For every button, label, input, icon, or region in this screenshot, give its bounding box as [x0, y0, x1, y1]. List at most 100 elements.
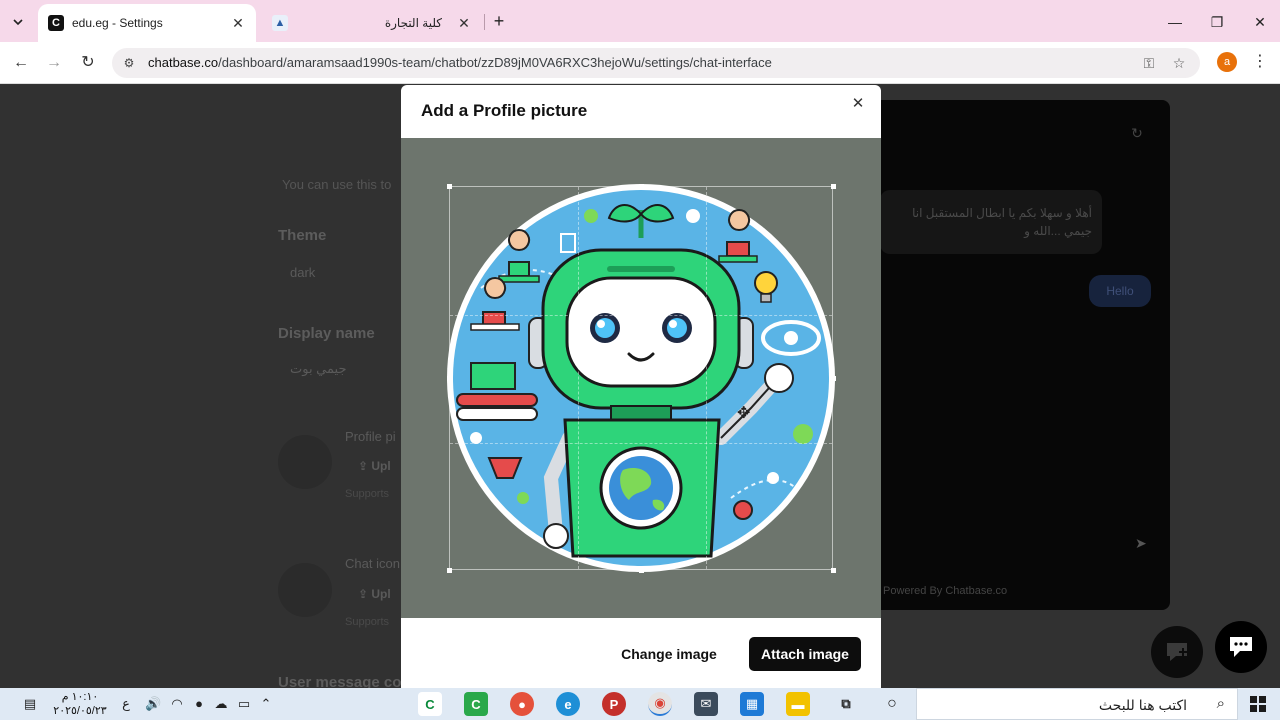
display-name-input[interactable]: جيمي بوت [290, 361, 347, 377]
edge-app-icon[interactable]: e [556, 692, 580, 716]
system-clock[interactable]: ١٠:١٠ م ٢٠٢٥/٠٥/٢٣ [50, 690, 110, 718]
tab-title: كلية التجارة [384, 16, 442, 30]
crop-handle-e[interactable] [831, 376, 836, 381]
store-app-icon[interactable]: ▦ [740, 692, 764, 716]
onedrive-icon[interactable]: ☁ [213, 696, 229, 712]
new-tab-button[interactable]: + [488, 10, 510, 32]
move-cursor-icon: ✥ [737, 405, 751, 422]
crop-guide-line [706, 187, 707, 569]
site-settings-icon[interactable]: ⚙ [120, 54, 138, 72]
chrome-app-icon[interactable]: ◉ [648, 692, 672, 716]
cortana-icon[interactable]: ○ [880, 692, 904, 716]
reload-button[interactable]: ↻ [75, 50, 101, 76]
chat-icon-supports-text: Supports [345, 616, 390, 628]
input-language-indicator[interactable]: ع [118, 696, 134, 712]
forward-button[interactable]: → [41, 50, 67, 76]
intro-text: You can use this to [282, 177, 392, 192]
close-icon[interactable]: ✕ [230, 15, 246, 32]
profile-picture-preview [278, 435, 332, 489]
search-icon: ⌕ [1216, 695, 1225, 712]
chat-preview-panel [870, 100, 1170, 610]
tab-search-button[interactable] [6, 10, 30, 34]
bot-message-bubble: أهلا و سهلا بكم يا ابطال المستقبل انا جي… [880, 190, 1102, 254]
crop-handle-ne[interactable] [831, 184, 836, 189]
chat-launcher-button[interactable] [1215, 621, 1267, 673]
user-message-bubble: Hello [1089, 275, 1151, 307]
tab-faculty[interactable]: ▲ كلية التجارة ✕ [262, 4, 482, 42]
restore-button[interactable]: ❐ [1203, 8, 1231, 36]
crop-handle-s[interactable] [639, 568, 644, 573]
search-placeholder: اكتب هنا للبحث [1098, 697, 1187, 713]
powered-by-text: Powered By Chatbase.co [883, 585, 1008, 597]
chat-bubble-icon [1230, 637, 1252, 657]
chat-icon-label: Chat icon [345, 556, 400, 571]
browser-menu-icon[interactable]: ⋮ [1252, 51, 1268, 73]
browser-tab-bar: C edu.eg - Settings ✕ ▲ كلية التجارة ✕ +… [0, 0, 1280, 42]
taskbar-search-box[interactable]: اكتب هنا للبحث ⌕ [916, 688, 1238, 720]
close-window-button[interactable]: ✕ [1246, 8, 1274, 36]
microphone-icon[interactable]: ● [191, 696, 207, 712]
university-favicon-icon: ▲ [272, 15, 288, 31]
battery-icon[interactable]: ▭ [236, 696, 252, 712]
bookmark-star-icon[interactable]: ☆ [1170, 54, 1188, 72]
file-explorer-app-icon[interactable]: ▬ [786, 692, 810, 716]
browser-toolbar: ← → ↻ ⚙ chatbase.co/dashboard/amaramsaad… [0, 42, 1280, 84]
chat-bubble-button-preview[interactable] [1151, 626, 1203, 678]
tab-title: edu.eg - Settings [72, 16, 163, 30]
url-text: chatbase.co/dashboard/amaramsaad1990s-te… [148, 55, 772, 70]
change-image-button[interactable]: Change image [613, 637, 725, 671]
refresh-icon[interactable]: ↻ [1128, 125, 1146, 143]
back-button[interactable]: ← [8, 50, 34, 76]
chatbase-favicon-icon: C [48, 15, 64, 31]
chat-bubble-icon [1167, 643, 1187, 661]
chat-icon-preview [278, 563, 332, 617]
crop-handle-sw[interactable] [447, 568, 452, 573]
display-name-label: Display name [278, 325, 375, 342]
close-icon[interactable]: ✕ [849, 95, 867, 113]
tab-divider [484, 14, 485, 30]
profile-picture-label: Profile pi [345, 429, 396, 444]
crop-handle-se[interactable] [831, 568, 836, 573]
camtasia-app-icon[interactable]: C [418, 692, 442, 716]
attach-image-button[interactable]: Attach image [749, 637, 861, 671]
user-message-color-label: User message co [278, 674, 402, 688]
clock-date: ٢٠٢٥/٠٥/٢٣ [53, 705, 107, 717]
tab-settings[interactable]: C edu.eg - Settings ✕ [38, 4, 256, 42]
crop-handle-w[interactable] [447, 376, 452, 381]
firefox-app-icon[interactable]: ● [510, 692, 534, 716]
minimize-button[interactable]: — [1161, 8, 1189, 36]
crop-handle-nw[interactable] [447, 184, 452, 189]
crop-selection-box[interactable] [447, 184, 836, 573]
camtasia-recorder-app-icon[interactable]: C [464, 692, 488, 716]
mail-app-icon[interactable]: ✉ [694, 692, 718, 716]
crop-guide-line [450, 315, 832, 316]
image-cropper[interactable]: ✥ [401, 138, 881, 618]
address-bar[interactable]: ⚙ chatbase.co/dashboard/amaramsaad1990s-… [112, 48, 1200, 78]
crop-handle-n[interactable] [639, 184, 644, 189]
chat-icon-upload-button[interactable]: ⇪ Upl [358, 587, 391, 601]
close-icon[interactable]: ✕ [456, 15, 472, 32]
theme-select[interactable]: dark [290, 265, 315, 280]
windows-taskbar: ▤ ١٠:١٠ م ٢٠٢٥/٠٥/٢٣ ع 🔊 ◠ ● ☁ ▭ ⌃ C C ●… [0, 688, 1280, 720]
task-view-icon[interactable]: ⧉ [834, 692, 858, 716]
wifi-icon[interactable]: ◠ [169, 696, 185, 712]
theme-label: Theme [278, 227, 327, 244]
password-key-icon[interactable]: ⚿ [1140, 54, 1158, 72]
chevron-down-icon [13, 19, 23, 26]
notification-icon[interactable]: ▤ [22, 696, 38, 712]
volume-icon[interactable]: 🔊 [145, 696, 161, 712]
send-icon[interactable]: ➤ [1135, 535, 1153, 553]
pinterest-app-icon[interactable]: P [602, 692, 626, 716]
upload-icon: ⇪ [358, 459, 372, 473]
profile-supports-text: Supports [345, 488, 390, 500]
profile-upload-button[interactable]: ⇪ Upl [358, 459, 391, 473]
upload-icon: ⇪ [358, 587, 372, 601]
profile-picture-modal: Add a Profile picture ✕ ✥ Change image A… [401, 85, 881, 688]
crop-guide-line [450, 443, 832, 444]
profile-avatar[interactable]: a [1217, 52, 1237, 72]
crop-guide-line [578, 187, 579, 569]
modal-title: Add a Profile picture [421, 101, 588, 120]
windows-start-icon[interactable] [1250, 696, 1266, 712]
chevron-up-icon[interactable]: ⌃ [258, 696, 274, 712]
clock-time: ١٠:١٠ م [61, 691, 99, 703]
